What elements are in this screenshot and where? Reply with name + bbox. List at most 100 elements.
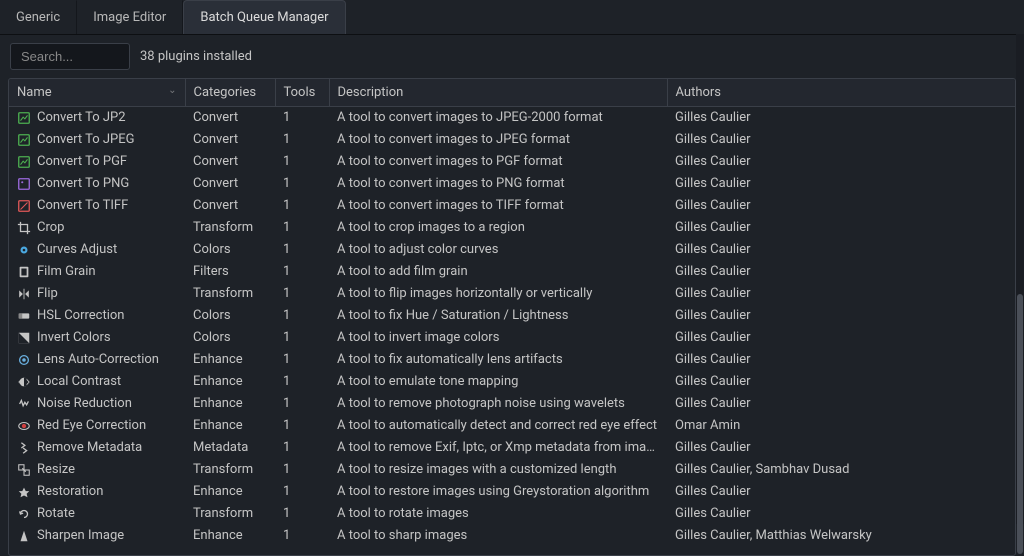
plugin-description: A tool to convert images to PGF format (329, 151, 667, 173)
table-row[interactable]: Crop Transform 1 A tool to crop images t… (9, 217, 1015, 239)
table-row[interactable]: Invert Colors Colors 1 A tool to invert … (9, 327, 1015, 349)
table-row[interactable]: Flip Transform 1 A tool to flip images h… (9, 283, 1015, 305)
plugin-tools-count: 1 (275, 393, 329, 415)
table-row[interactable]: Sharpen Image Enhance 1 A tool to sharp … (9, 525, 1015, 547)
plugin-name: Invert Colors (37, 330, 111, 345)
table-row[interactable]: Lens Auto-Correction Enhance 1 A tool to… (9, 349, 1015, 371)
col-header-description[interactable]: Description (329, 79, 667, 107)
plugin-name: Convert To TIFF (37, 198, 128, 213)
table-row[interactable]: Convert To JP2 Convert 1 A tool to conve… (9, 107, 1015, 129)
plugin-name: Convert To PNG (37, 176, 129, 191)
plugin-description: A tool to restore images using Greystora… (329, 481, 667, 503)
plugin-tools-count: 1 (275, 371, 329, 393)
plugin-description: A tool to rotate images (329, 503, 667, 525)
plugin-description: A tool to sharp images (329, 525, 667, 547)
plugin-tools-count: 1 (275, 261, 329, 283)
tab-generic[interactable]: Generic (0, 0, 77, 34)
plugin-tools-count: 1 (275, 129, 329, 151)
plugin-authors: Gilles Caulier (667, 503, 1015, 525)
table-row[interactable]: Convert To TIFF Convert 1 A tool to conv… (9, 195, 1015, 217)
plugin-tools-count: 1 (275, 459, 329, 481)
table-row[interactable]: HSL Correction Colors 1 A tool to fix Hu… (9, 305, 1015, 327)
table-row[interactable]: Convert To JPEG Convert 1 A tool to conv… (9, 129, 1015, 151)
table-row[interactable]: Local Contrast Enhance 1 A tool to emula… (9, 371, 1015, 393)
plugin-category: Convert (185, 107, 275, 129)
hsl-icon (17, 309, 31, 323)
plugin-description: A tool to remove Exif, Iptc, or Xmp meta… (329, 437, 667, 459)
plugin-name: Resize (37, 462, 75, 477)
toolbar: 38 plugins installed (0, 35, 1024, 78)
plugin-category: Transform (185, 503, 275, 525)
plugin-category: Convert (185, 151, 275, 173)
table-row[interactable]: Resize Transform 1 A tool to resize imag… (9, 459, 1015, 481)
plugin-tools-count: 1 (275, 525, 329, 547)
plugin-category: Filters (185, 261, 275, 283)
plugin-authors: Gilles Caulier (667, 371, 1015, 393)
lens-icon (17, 353, 31, 367)
img-green-icon (17, 111, 31, 125)
plugin-category: Enhance (185, 525, 275, 547)
plugin-name: Rotate (37, 506, 75, 521)
plugin-category: Colors (185, 305, 275, 327)
table-row[interactable]: Curves Adjust Colors 1 A tool to adjust … (9, 239, 1015, 261)
plugin-description: A tool to convert images to TIFF format (329, 195, 667, 217)
col-header-authors[interactable]: Authors (667, 79, 1015, 107)
plugin-category: Colors (185, 239, 275, 261)
img-purple-icon (17, 177, 31, 191)
plugins-table: Name⌄ Categories Tools Description Autho… (8, 78, 1016, 556)
table-row[interactable]: Convert To PGF Convert 1 A tool to conve… (9, 151, 1015, 173)
plugin-description: A tool to add film grain (329, 261, 667, 283)
plugin-description: A tool to resize images with a customize… (329, 459, 667, 481)
plugin-authors: Gilles Caulier (667, 195, 1015, 217)
flip-icon (17, 287, 31, 301)
plugin-authors: Gilles Caulier (667, 437, 1015, 459)
table-row[interactable]: Film Grain Filters 1 A tool to add film … (9, 261, 1015, 283)
plugin-name: Flip (37, 286, 58, 301)
table-row[interactable]: Restoration Enhance 1 A tool to restore … (9, 481, 1015, 503)
table-row[interactable]: Noise Reduction Enhance 1 A tool to remo… (9, 393, 1015, 415)
img-green-icon (17, 133, 31, 147)
plugin-category: Enhance (185, 481, 275, 503)
col-header-name[interactable]: Name⌄ (9, 79, 185, 107)
plugin-description: A tool to adjust color curves (329, 239, 667, 261)
plugin-authors: Gilles Caulier (667, 393, 1015, 415)
plugin-description: A tool to convert images to JPEG-2000 fo… (329, 107, 667, 129)
plugin-tools-count: 1 (275, 503, 329, 525)
table-row[interactable]: Convert To PNG Convert 1 A tool to conve… (9, 173, 1015, 195)
scrollbar-thumb[interactable] (1017, 294, 1023, 554)
curves-icon (17, 243, 31, 257)
rotate-icon (17, 507, 31, 521)
invert-icon (17, 331, 31, 345)
plugin-category: Metadata (185, 437, 275, 459)
contrast-icon (17, 375, 31, 389)
plugin-description: A tool to fix Hue / Saturation / Lightne… (329, 305, 667, 327)
resize-icon (17, 463, 31, 477)
plugin-name: Convert To JP2 (37, 110, 126, 125)
table-row[interactable]: Red Eye Correction Enhance 1 A tool to a… (9, 415, 1015, 437)
plugin-tools-count: 1 (275, 195, 329, 217)
redeye-icon (17, 419, 31, 433)
search-input[interactable] (10, 43, 130, 70)
plugin-description: A tool to convert images to PNG format (329, 173, 667, 195)
col-header-tools[interactable]: Tools (275, 79, 329, 107)
table-row[interactable]: Remove Metadata Metadata 1 A tool to rem… (9, 437, 1015, 459)
plugin-name: Curves Adjust (37, 242, 117, 257)
plugin-description: A tool to automatically detect and corre… (329, 415, 667, 437)
plugin-authors: Gilles Caulier (667, 217, 1015, 239)
tab-image-editor[interactable]: Image Editor (77, 0, 183, 34)
table-row[interactable]: Rotate Transform 1 A tool to rotate imag… (9, 503, 1015, 525)
plugin-authors: Gilles Caulier (667, 305, 1015, 327)
plugin-name: Sharpen Image (37, 528, 124, 543)
sharpen-icon (17, 529, 31, 543)
plugin-authors: Gilles Caulier (667, 173, 1015, 195)
restore-icon (17, 485, 31, 499)
plugin-tools-count: 1 (275, 305, 329, 327)
plugin-authors: Gilles Caulier (667, 239, 1015, 261)
tab-batch-queue-manager[interactable]: Batch Queue Manager (183, 0, 345, 34)
scrollbar-track[interactable] (1016, 34, 1024, 524)
plugin-authors: Gilles Caulier (667, 349, 1015, 371)
plugin-tools-count: 1 (275, 415, 329, 437)
col-header-categories[interactable]: Categories (185, 79, 275, 107)
img-red-icon (17, 199, 31, 213)
plugin-description: A tool to invert image colors (329, 327, 667, 349)
